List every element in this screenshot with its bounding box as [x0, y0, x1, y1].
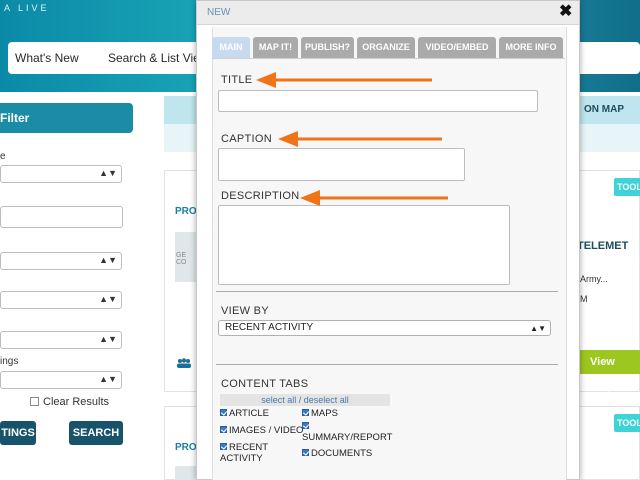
section-divider — [216, 291, 558, 292]
checkbox-checked-icon — [220, 426, 227, 433]
checkbox-documents[interactable]: DOCUMENTS — [302, 448, 372, 459]
tab-video-embed[interactable]: VIDEO/EMBED — [418, 37, 496, 58]
filter-select-1[interactable]: ▲▼ — [0, 165, 122, 183]
select-arrow-icon: ▲▼ — [99, 255, 117, 265]
project-meta: Army... — [580, 274, 608, 284]
close-icon[interactable]: ✖ — [559, 3, 572, 21]
select-arrow-icon: ▲▼ — [99, 374, 117, 384]
search-button[interactable]: SEARCH — [69, 421, 123, 445]
nav-search-list-view[interactable]: Search & List View — [108, 51, 209, 65]
content-tabs-label: CONTENT TABS — [221, 378, 309, 390]
view-by-selected: RECENT ACTIVITY — [225, 322, 314, 333]
select-arrow-icon: ▲▼ — [99, 168, 117, 178]
tool-button[interactable]: TOOL — [614, 414, 640, 432]
section-divider — [216, 364, 558, 365]
checkbox-summary-report[interactable]: SUMMARY/REPORT — [302, 421, 392, 443]
filter-title: Filter — [0, 111, 30, 125]
filter-label: e — [0, 151, 6, 162]
title-label: TITLE — [221, 74, 253, 86]
annotation-arrow-icon — [278, 131, 442, 147]
filter-select-4[interactable]: ▲▼ — [0, 331, 122, 349]
checkbox-label: SUMMARY/REPORT — [302, 432, 393, 443]
view-project-button[interactable]: View Proje — [580, 350, 640, 392]
view-by-label: VIEW BY — [221, 305, 269, 317]
caption-textarea[interactable] — [218, 148, 465, 181]
select-all-link[interactable]: select all / deselect all — [220, 394, 390, 406]
project-meta: M — [580, 294, 588, 304]
filter-label: ings — [0, 356, 19, 367]
tab-publish[interactable]: PUBLISH? — [301, 37, 354, 58]
modal-title: NEW — [207, 7, 231, 18]
modal-header: NEW ✖ — [197, 1, 579, 25]
checkbox-icon — [30, 397, 39, 406]
nav-whats-new[interactable]: What's New — [15, 51, 79, 65]
save-settings-button[interactable]: TINGS — [0, 421, 36, 445]
tab-on-map[interactable]: ON MAP — [584, 104, 624, 115]
tab-main[interactable]: MAIN — [212, 37, 250, 58]
clear-results-label: Clear Results — [43, 396, 110, 408]
view-by-select[interactable]: RECENT ACTIVITY ▲▼ — [218, 320, 551, 336]
tool-button[interactable]: TOOL — [614, 178, 640, 196]
filter-select-5[interactable]: ▲▼ — [0, 371, 122, 389]
tab-more-info[interactable]: MORE INFO — [499, 37, 563, 58]
checkbox-article[interactable]: ARTICLE — [220, 408, 269, 419]
filter-select-2[interactable]: ▲▼ — [0, 252, 122, 270]
annotation-arrow-icon — [300, 190, 448, 206]
checkbox-checked-icon — [302, 449, 309, 456]
filter-input-1[interactable] — [0, 206, 123, 228]
thumb-caption: GE CO — [176, 252, 187, 266]
checkbox-label: DOCUMENTS — [311, 448, 373, 459]
checkbox-images-video[interactable]: IMAGES / VIDEO — [220, 425, 303, 436]
filter-select-3[interactable]: ▲▼ — [0, 291, 122, 309]
caption-label: CAPTION — [221, 133, 272, 145]
checkbox-checked-icon — [302, 409, 309, 416]
project-thumbnail[interactable] — [175, 466, 197, 480]
clear-results-checkbox[interactable]: Clear Results — [30, 396, 109, 408]
site-logo: A LIVE — [4, 3, 50, 13]
checkbox-recent-activity[interactable]: RECENT ACTIVITY — [220, 442, 290, 464]
select-arrow-icon: ▲▼ — [99, 334, 117, 344]
checkbox-checked-icon — [220, 409, 227, 416]
checkbox-maps[interactable]: MAPS — [302, 408, 338, 419]
title-input[interactable] — [218, 90, 538, 112]
description-textarea[interactable] — [218, 205, 510, 285]
checkbox-checked-icon — [302, 422, 309, 429]
select-arrow-icon: ▲▼ — [99, 294, 117, 304]
people-icon — [177, 358, 191, 368]
select-arrow-icon: ▲▼ — [530, 324, 546, 333]
annotation-arrow-icon — [256, 72, 432, 88]
checkbox-checked-icon — [220, 443, 227, 450]
project-title[interactable]: PRO — [175, 206, 197, 217]
tab-divider — [212, 58, 565, 59]
filter-panel-header: Filter — [0, 103, 133, 133]
checkbox-label: MAPS — [311, 408, 338, 419]
checkbox-label: ARTICLE — [229, 408, 269, 419]
description-label: DESCRIPTION — [221, 190, 300, 202]
tab-map-it[interactable]: MAP IT! — [253, 37, 298, 58]
project-title[interactable]: PRO — [175, 442, 197, 453]
tab-organize[interactable]: ORGANIZE — [357, 37, 415, 58]
checkbox-label: IMAGES / VIDEO — [229, 425, 304, 436]
project-thumbnail[interactable]: GE CO — [175, 232, 197, 282]
